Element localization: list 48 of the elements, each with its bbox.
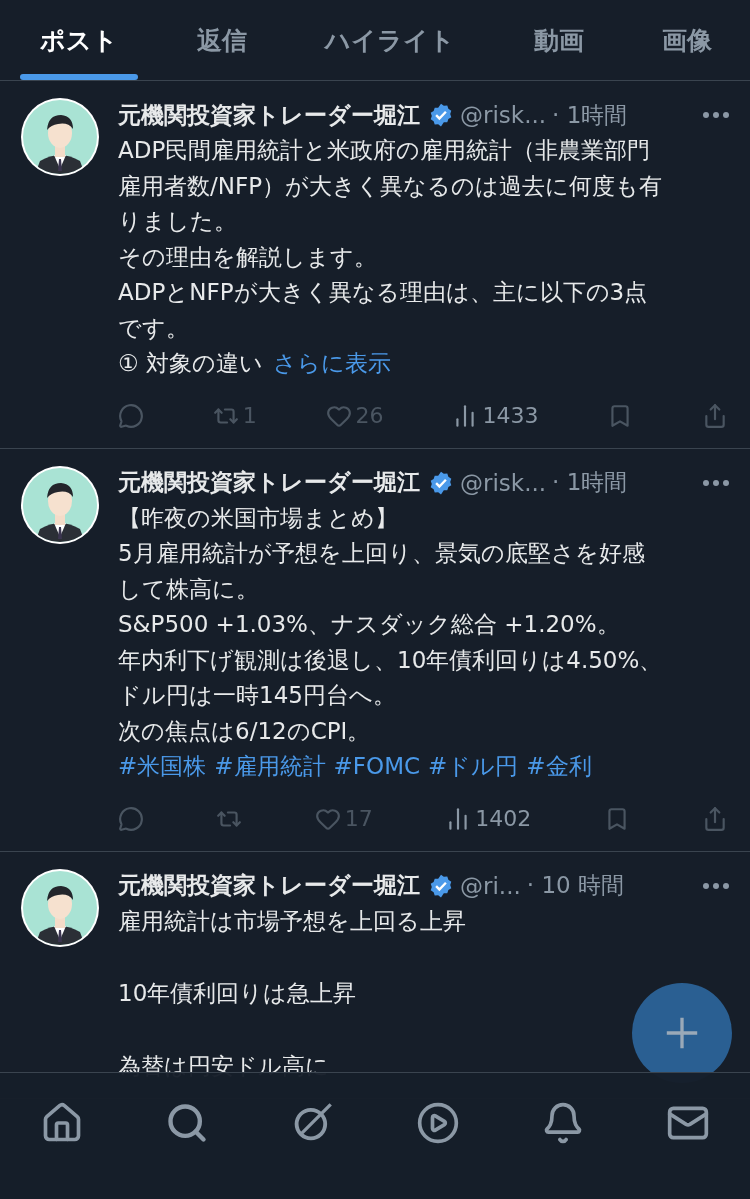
- post-text: 雇用統計は市場予想を上回る上昇: [118, 906, 467, 936]
- post-text: りました。: [118, 207, 238, 236]
- post-text: ADP民間雇用統計と米政府の雇用統計（非農業部門: [118, 136, 652, 165]
- post-text: 次の焦点は6/12のCPI。: [118, 716, 372, 746]
- post-text: 【昨夜の米国市場まとめ】: [118, 503, 399, 533]
- post-text: ① 対象の違い: [118, 349, 263, 378]
- post-time: · 1時間: [552, 468, 628, 497]
- show-more-link[interactable]: さらに表示: [272, 346, 391, 382]
- author-name: 元機関投資家トレーダー堀江: [118, 100, 420, 130]
- hashtag-link[interactable]: #雇用統計: [214, 749, 326, 785]
- author-handle: @ri...: [460, 872, 521, 899]
- tab[interactable]: ハイライト: [305, 0, 475, 80]
- action-count: 1402: [475, 806, 532, 831]
- more-icon[interactable]: [702, 881, 730, 890]
- post-text: その理由を解説します。: [118, 242, 378, 272]
- post-text: 年内利下げ観測は後退し、10年債利回りは4.50%、: [118, 645, 664, 675]
- post-time: · 10 時間: [526, 871, 624, 900]
- tab[interactable]: 返信: [176, 0, 267, 80]
- avatar[interactable]: [20, 867, 100, 948]
- hashtag-link[interactable]: #ドル円: [428, 749, 519, 785]
- avatar[interactable]: [20, 464, 100, 545]
- post-text: です。: [118, 313, 190, 343]
- post-time: · 1時間: [552, 100, 628, 130]
- action-count: 17: [344, 806, 373, 831]
- post-text: 雇用者数/NFP）が大きく異なるのは過去に何度も有: [118, 171, 664, 201]
- tab[interactable]: 画像: [642, 0, 732, 80]
- author-name: 元機関投資家トレーダー堀江: [118, 871, 420, 900]
- hashtag-link[interactable]: #FOMC: [333, 749, 421, 785]
- action-count: 26: [355, 403, 384, 428]
- avatar[interactable]: [20, 97, 100, 177]
- author-name: 元機関投資家トレーダー堀江: [118, 468, 420, 497]
- post-text: 10年債利回りは急上昇: [118, 979, 358, 1008]
- action-count: 1433: [482, 403, 539, 428]
- author-handle: @risk...: [460, 102, 547, 128]
- author-handle: @risk...: [460, 469, 547, 496]
- post-text: ADPとNFPが大きく異なる理由は、主に以下の3点: [118, 278, 649, 307]
- tab[interactable]: 動画: [513, 0, 604, 80]
- more-icon[interactable]: [702, 111, 730, 119]
- play-icon[interactable]: [415, 1101, 460, 1145]
- post-text: ドル円は一時145円台へ。: [118, 681, 397, 710]
- action-count: 1: [242, 403, 257, 428]
- hashtag-link[interactable]: #米国株: [118, 749, 207, 785]
- post-text: して株高に。: [118, 574, 260, 604]
- post-text: S&P500 +1.03%、ナスダック総合 +1.20%。: [118, 610, 621, 639]
- hashtag-link[interactable]: #金利: [526, 749, 592, 785]
- post-text: 5月雇用統計が予想を上回り、景気の底堅さを好感: [118, 539, 646, 568]
- more-icon[interactable]: [702, 478, 730, 487]
- tab[interactable]: ポスト: [20, 0, 138, 80]
